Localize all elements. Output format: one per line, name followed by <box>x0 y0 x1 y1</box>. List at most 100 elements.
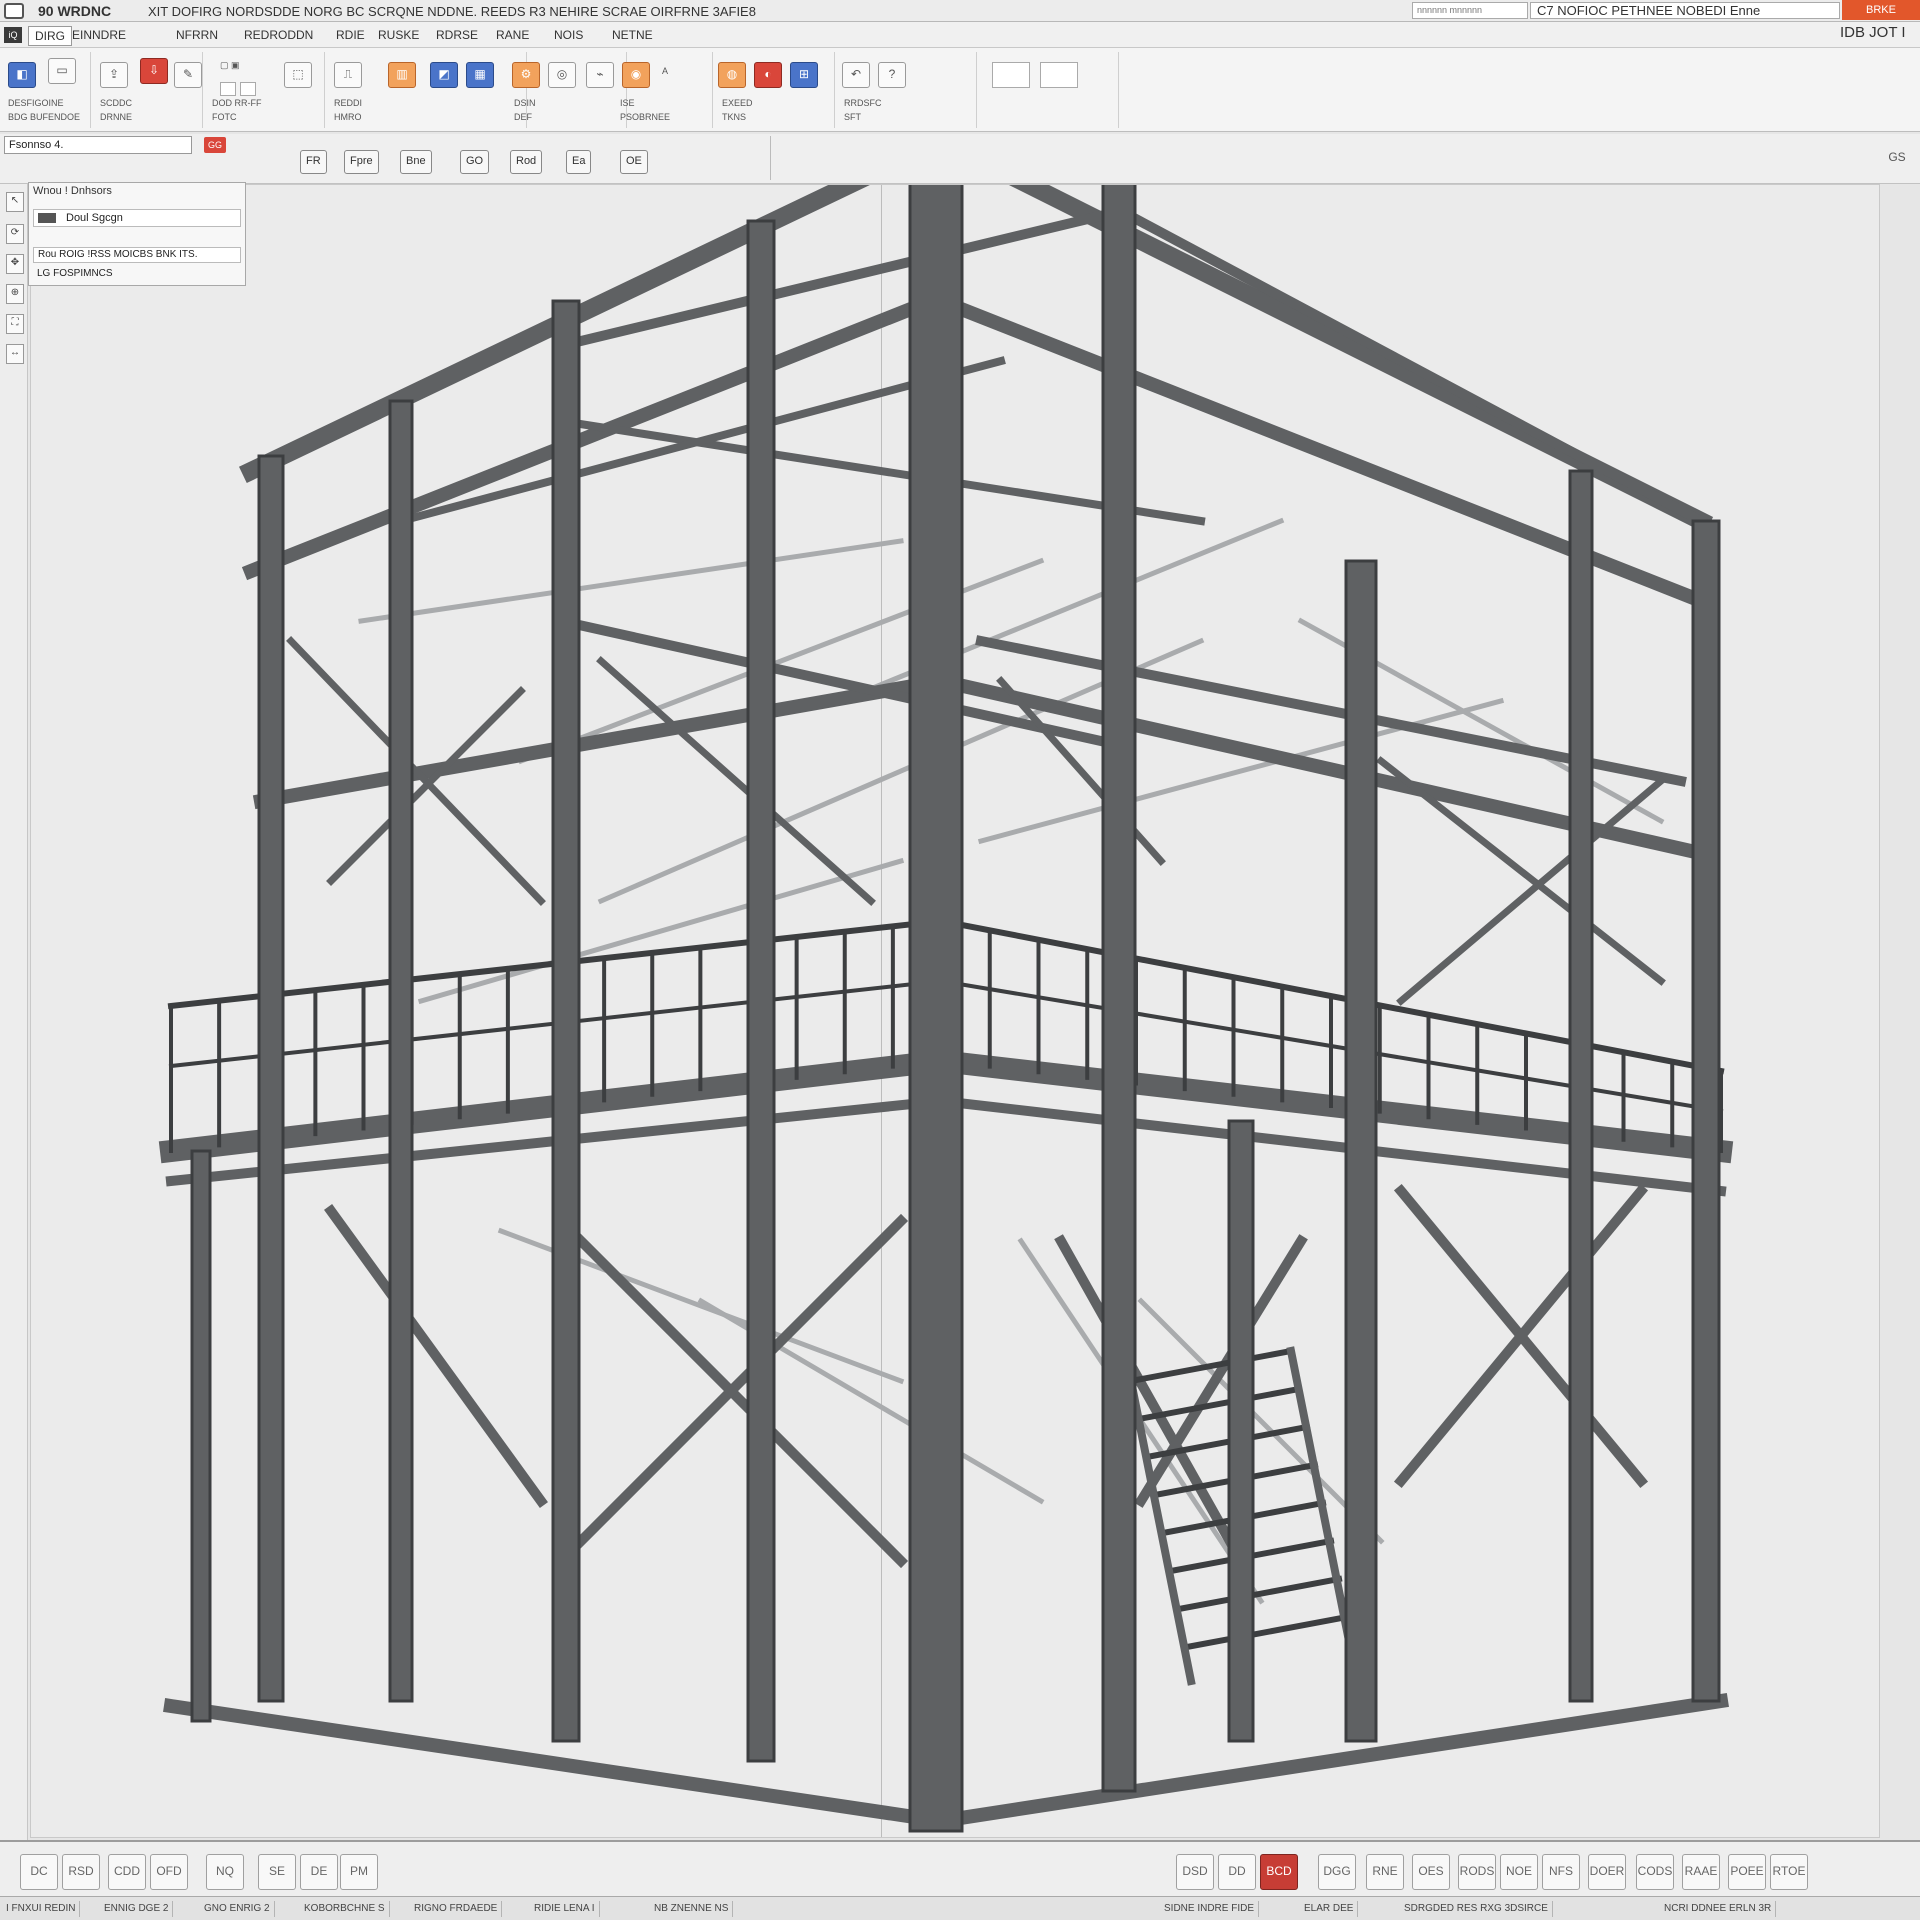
steel-frame-model[interactable] <box>31 185 1879 1837</box>
undo-icon[interactable]: ↶ <box>842 62 870 88</box>
left-tool-strip: ↖ ⟳ ✥ ⊕ ⛶ ↔ <box>0 184 28 1840</box>
ribbon-group-connections: ⚙ ◎ ⌁ DSIN DEF <box>506 52 627 128</box>
bottom-tool-button[interactable]: OFD <box>150 1854 188 1890</box>
import-icon[interactable]: ⇩ <box>140 58 168 84</box>
ribbon-group-output: ◍ ◐ ⊞ EXEED TKNS <box>714 52 835 128</box>
property-field[interactable]: Doul Sgcgn <box>33 209 241 227</box>
rotate-icon[interactable]: ⟳ <box>6 224 24 244</box>
beam-tool-button[interactable]: Bne <box>400 150 432 174</box>
status-cell: KOBORBCHNE S <box>300 1901 390 1917</box>
bottom-tool-button[interactable]: PM <box>340 1854 378 1890</box>
tab-rdie[interactable]: RDIE <box>330 26 371 44</box>
edit-icon[interactable]: Ea <box>566 150 592 174</box>
pan-icon[interactable]: ✥ <box>6 254 24 274</box>
status-cell: ELAR DEE <box>1300 1901 1359 1917</box>
close-button[interactable]: BRKE <box>1842 0 1920 20</box>
tab-netne[interactable]: NETNE <box>606 26 659 44</box>
tab-rane[interactable]: RANE <box>490 26 535 44</box>
quick-access-icon[interactable]: iQ <box>4 27 22 43</box>
status-cell: SIDNE INDRE FIDE <box>1160 1901 1260 1917</box>
bottom-tool-button[interactable]: SE <box>258 1854 296 1890</box>
tab-insert[interactable]: EINNDRE <box>66 26 132 44</box>
bottom-tool-button[interactable]: RODS <box>1458 1854 1496 1890</box>
render-icon[interactable]: ◐ <box>754 62 782 88</box>
tab-nois[interactable]: NOIS <box>548 26 589 44</box>
save-icon[interactable]: ▭ <box>48 58 76 84</box>
app-icon[interactable] <box>4 3 24 19</box>
pointer-icon[interactable]: ↖ <box>6 192 24 212</box>
view-cube-icon[interactable]: GS <box>1886 150 1908 168</box>
property-value: Doul Sgcgn <box>66 212 123 224</box>
bottom-tool-button[interactable]: OES <box>1412 1854 1450 1890</box>
pipe-run <box>977 697 1505 845</box>
bottom-tool-button[interactable]: DC <box>20 1854 58 1890</box>
3d-viewport[interactable] <box>30 184 1880 1838</box>
bottom-tool-button[interactable]: DE <box>300 1854 338 1890</box>
roof-purlin <box>1114 204 1708 528</box>
ribbon-small-label: A <box>662 66 669 76</box>
ribbon-group-label: EXEED <box>722 98 753 108</box>
app-title: 90 WRDNC <box>38 3 112 19</box>
search-input[interactable]: nnnnnn mnnnnn <box>1412 2 1528 19</box>
frame-icon[interactable]: Fpre <box>344 150 379 174</box>
command-bar: Fsonnso 4. GG FR Fpre Bne GO Rod Ea OE <box>0 134 1920 184</box>
measure-icon[interactable]: ↔ <box>6 344 24 364</box>
bottom-tool-button[interactable]: RNE <box>1366 1854 1404 1890</box>
bottom-tool-button[interactable]: CDD <box>108 1854 146 1890</box>
bottom-tool-button[interactable]: NOE <box>1500 1854 1538 1890</box>
grid-icon[interactable]: ⊞ <box>790 62 818 88</box>
steel-column <box>257 454 285 1703</box>
mini-button[interactable] <box>240 82 256 96</box>
bottom-tool-button[interactable]: RTOE <box>1770 1854 1808 1890</box>
bottom-tool-button[interactable]: RSD <box>62 1854 100 1890</box>
bottom-tool-button[interactable]: DGG <box>1318 1854 1356 1890</box>
help-search-field[interactable]: C7 NOFIOC PETHNEE NOBEDI Enne <box>1530 2 1840 19</box>
zoom-icon[interactable]: ⊕ <box>6 284 24 304</box>
select-icon[interactable]: ⬚ <box>284 62 312 88</box>
bottom-tool-button[interactable]: NFS <box>1542 1854 1580 1890</box>
file-icon[interactable]: ◧ <box>8 62 36 88</box>
bottom-tool-button[interactable]: DD <box>1218 1854 1256 1890</box>
options-icon[interactable]: OE <box>620 150 648 174</box>
bolt-icon[interactable]: ⚙ <box>512 62 540 88</box>
bottom-tool-button[interactable]: RAAE <box>1682 1854 1720 1890</box>
mini-button[interactable] <box>1040 62 1078 88</box>
view-flag-badge[interactable]: GG <box>204 137 226 153</box>
section-icon[interactable]: FR <box>300 150 327 174</box>
status-cell: NCRI DDNEE ERLN 3R <box>1660 1901 1777 1917</box>
report-icon[interactable]: ◍ <box>718 62 746 88</box>
plate-icon[interactable]: ▦ <box>466 62 494 88</box>
document-title: XIT DOFIRG NORDSDDE NORG BC SCRQNE NDDNE… <box>148 4 756 19</box>
grid-tool-button[interactable]: GO <box>460 150 490 174</box>
view-selector-dropdown[interactable]: Fsonnso 4. <box>4 136 192 154</box>
pen-icon[interactable]: ✎ <box>174 62 202 88</box>
export-icon[interactable]: ⇪ <box>100 62 128 88</box>
cross-brace <box>286 636 546 906</box>
tab-model[interactable]: REDRODDN <box>238 26 319 44</box>
bottom-red-button[interactable]: BCD <box>1260 1854 1298 1890</box>
mesh-icon[interactable]: ◉ <box>622 62 650 88</box>
stair-tread <box>1175 1575 1343 1613</box>
bottom-tool-button[interactable]: POEE <box>1728 1854 1766 1890</box>
ribbon-group-sublabel: PSOBRNEE <box>620 112 671 122</box>
tab-ruske[interactable]: RUSKE <box>372 26 425 44</box>
property-label: LG FOSPIMNCS <box>37 268 113 279</box>
mini-button[interactable] <box>220 82 236 96</box>
tab-frame[interactable]: NFRRN <box>170 26 224 44</box>
bottom-tool-button[interactable]: DOER <box>1588 1854 1626 1890</box>
weld-icon[interactable]: ◎ <box>548 62 576 88</box>
fit-icon[interactable]: ⛶ <box>6 314 24 334</box>
property-field[interactable]: Rou ROIG !RSS MOICBS BNK ITS. <box>33 247 241 263</box>
tab-rdrse[interactable]: RDRSE <box>430 26 484 44</box>
bottom-tool-button[interactable]: DSD <box>1176 1854 1214 1890</box>
steel-column <box>1227 1119 1255 1743</box>
rod-icon[interactable]: Rod <box>510 150 543 174</box>
bottom-tool-button[interactable]: NQ <box>206 1854 244 1890</box>
analysis-icon[interactable]: ⌁ <box>586 62 614 88</box>
help-icon[interactable]: ? <box>878 62 906 88</box>
column-icon[interactable]: ▥ <box>388 62 416 88</box>
brace-icon[interactable]: ◩ <box>430 62 458 88</box>
bottom-tool-button[interactable]: CODS <box>1636 1854 1674 1890</box>
mini-button[interactable] <box>992 62 1030 88</box>
beam-icon[interactable]: ⎍ <box>334 62 362 88</box>
